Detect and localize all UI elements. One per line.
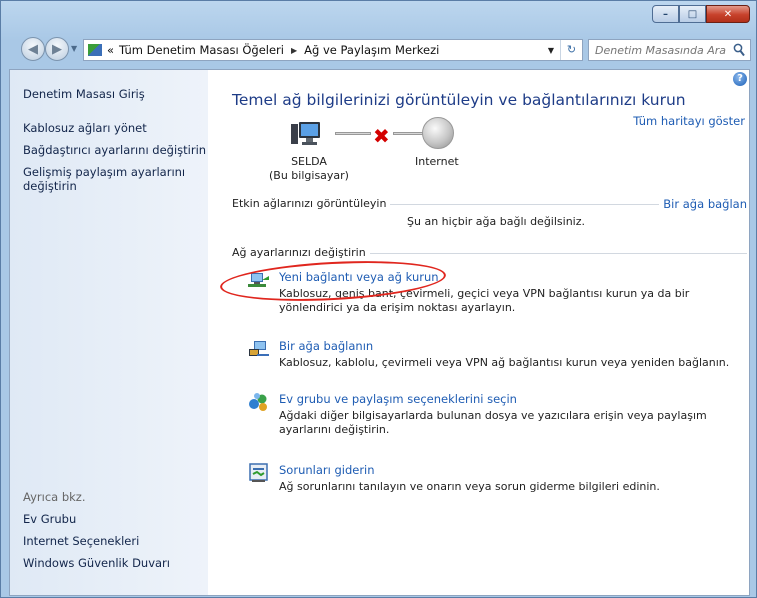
address-bar[interactable]: « Tüm Denetim Masası Öğeleri ▶ Ağ ve Pay…: [83, 39, 583, 61]
address-dropdown-icon[interactable]: ▼: [542, 46, 560, 55]
address-controls: ▼ ↻: [542, 40, 582, 60]
task-pane: Denetim Masası Giriş Kablosuz ağları yön…: [10, 70, 208, 595]
close-button[interactable]: ✕: [706, 5, 750, 23]
search-input[interactable]: [595, 43, 727, 57]
connection-line: [335, 132, 371, 135]
manage-wireless-networks-link[interactable]: Kablosuz ağları yönet: [23, 121, 147, 135]
arrow-left-icon: ◀: [28, 41, 38, 57]
task-description: Kablosuz, kablolu, çevirmeli veya VPN ağ…: [279, 356, 730, 369]
change-settings-label: Ağ ayarlarınızı değiştirin: [232, 246, 370, 259]
title-bar[interactable]: – □ ✕: [1, 1, 757, 31]
computer-label: SELDA (Bu bilgisayar): [266, 155, 352, 183]
minimize-button[interactable]: –: [652, 5, 679, 23]
navigation-bar: ◀ ▶ ▼ « Tüm Denetim Masası Öğeleri ▶ Ağ …: [1, 37, 757, 63]
connect-to-network-link[interactable]: Bir ağa bağlan: [659, 197, 747, 211]
see-also-windows-firewall-link[interactable]: Windows Güvenlik Duvarı: [23, 556, 170, 570]
advanced-sharing-settings-link[interactable]: Gelişmiş paylaşım ayarlarını değiştirin: [23, 165, 198, 193]
breadcrumb-control-panel-items[interactable]: Tüm Denetim Masası Öğeleri: [119, 43, 284, 57]
disconnected-x-icon[interactable]: ✖: [373, 124, 390, 148]
maximize-button[interactable]: □: [679, 5, 706, 23]
main-panel: ? Temel ağ bilgilerinizi görüntüleyin ve…: [208, 70, 749, 595]
active-networks-label: Etkin ağlarınızı görüntüleyin: [232, 197, 391, 210]
internet-globe-icon[interactable]: [422, 117, 454, 149]
homegroup-icon[interactable]: [248, 392, 270, 412]
search-icon[interactable]: [733, 43, 745, 57]
change-adapter-settings-link[interactable]: Bağdaştırıcı ayarlarını değiştirin: [23, 143, 206, 157]
internet-label: Internet: [415, 155, 459, 168]
computer-icon[interactable]: [289, 120, 321, 150]
connect-network-icon[interactable]: [248, 339, 270, 359]
troubleshoot-problems-link[interactable]: Sorunları giderin: [279, 463, 375, 477]
breadcrumb-chevron-icon[interactable]: ▶: [291, 46, 297, 55]
task-description: Ağ sorunlarını tanılayın ve onarın veya …: [279, 480, 660, 493]
see-also-homegroup-link[interactable]: Ev Grubu: [23, 512, 76, 526]
page-title: Temel ağ bilgilerinizi görüntüleyin ve b…: [232, 91, 686, 109]
change-settings-section: Ağ ayarlarınızı değiştirin: [232, 246, 747, 260]
active-networks-section: Etkin ağlarınızı görüntüleyin Bir ağa ba…: [232, 197, 747, 211]
troubleshoot-icon[interactable]: [248, 463, 270, 483]
help-icon[interactable]: ?: [733, 72, 747, 86]
recent-pages-dropdown[interactable]: ▼: [71, 44, 77, 53]
see-also-internet-options-link[interactable]: Internet Seçenekleri: [23, 534, 139, 548]
content-area: Denetim Masası Giriş Kablosuz ağları yön…: [9, 69, 750, 596]
window-frame: – □ ✕ ◀ ▶ ▼ « Tüm Denetim Masası Öğeleri…: [0, 0, 757, 598]
computer-subtitle: (Bu bilgisayar): [269, 169, 349, 182]
homegroup-sharing-options-link[interactable]: Ev grubu ve paylaşım seçeneklerini seçin: [279, 392, 517, 406]
breadcrumb-overflow[interactable]: «: [107, 43, 114, 57]
see-full-map-link[interactable]: Tüm haritayı göster: [633, 114, 745, 128]
computer-name: SELDA: [291, 155, 327, 168]
forward-button[interactable]: ▶: [45, 37, 69, 61]
back-button[interactable]: ◀: [21, 37, 45, 61]
refresh-icon[interactable]: ↻: [560, 40, 582, 60]
task-description: Ağdaki diğer bilgisayarlarda bulunan dos…: [279, 409, 707, 436]
network-center-icon: [88, 44, 102, 56]
network-status-text: Şu an hiçbir ağa bağlı değilsiniz.: [407, 215, 585, 228]
caption-buttons: – □ ✕: [652, 5, 750, 23]
breadcrumb-network-sharing-center[interactable]: Ağ ve Paylaşım Merkezi: [304, 43, 439, 57]
control-panel-home-link[interactable]: Denetim Masası Giriş: [23, 87, 145, 101]
connect-to-network-task-link[interactable]: Bir ağa bağlanın: [279, 339, 373, 353]
arrow-right-icon: ▶: [52, 41, 62, 57]
search-box[interactable]: [588, 39, 751, 61]
see-also-heading: Ayrıca bkz.: [23, 490, 86, 504]
